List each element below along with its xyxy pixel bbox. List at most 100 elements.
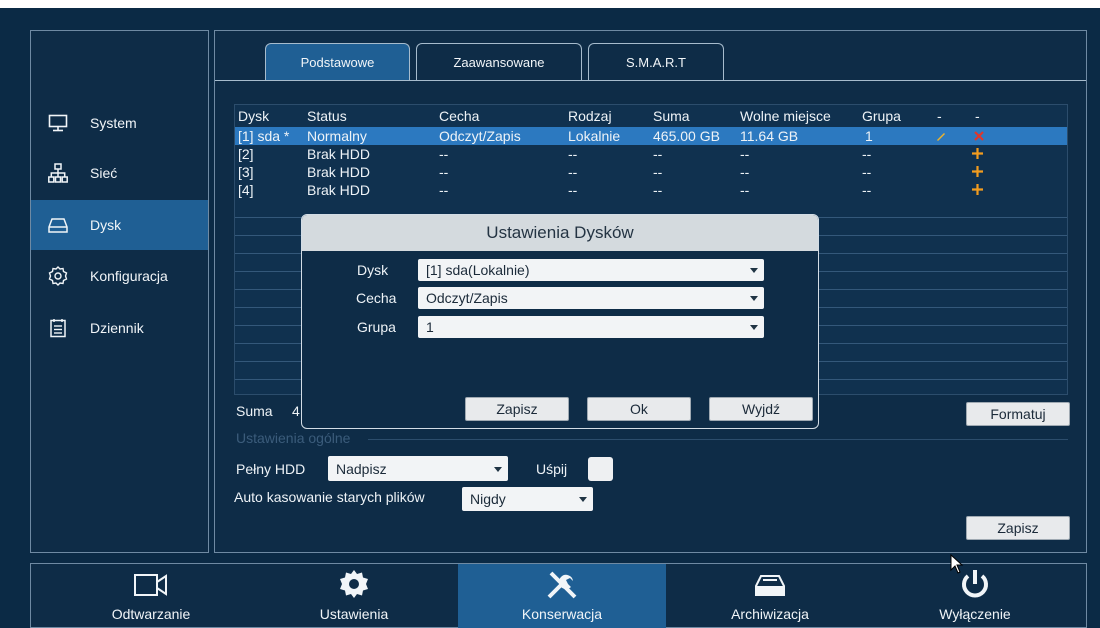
table-header: Dysk Status Cecha Rodzaj Suma Wolne miej… [235, 105, 1067, 127]
cell-group: -- [862, 182, 872, 198]
chevron-down-icon [579, 497, 587, 502]
auto-delete-value: Nigdy [470, 491, 506, 507]
cell-free: -- [740, 164, 750, 180]
table-row[interactable]: [2] Brak HDD -- -- -- -- -- [235, 145, 1067, 163]
nav-maintenance[interactable]: Konserwacja [458, 564, 666, 628]
cell-total: -- [653, 146, 663, 162]
table-row[interactable]: [4] Brak HDD -- -- -- -- -- [235, 181, 1067, 199]
cell-status: Brak HDD [307, 146, 371, 162]
dialog-ok-button[interactable]: Ok [587, 397, 691, 421]
add-icon[interactable] [971, 147, 984, 163]
cell-feature: -- [439, 182, 449, 198]
column-header: - [975, 108, 980, 124]
cell-group: -- [862, 164, 872, 180]
nav-shutdown[interactable]: Wyłączenie [871, 564, 1079, 628]
full-hdd-label: Pełny HDD [236, 461, 306, 477]
sleep-checkbox[interactable] [588, 457, 613, 481]
sidebar-item-label: Dysk [90, 217, 122, 233]
tab-smart[interactable]: S.M.A.R.T [588, 43, 724, 80]
nav-label: Odtwarzanie [111, 606, 191, 622]
cell-free: -- [740, 146, 750, 162]
sidebar-item-configuration[interactable]: Konfiguracja [31, 251, 208, 301]
table-row[interactable]: [3] Brak HDD -- -- -- -- -- [235, 163, 1067, 181]
column-header: Status [307, 108, 347, 124]
bottom-nav: Odtwarzanie Ustawienia Konserwacja Archi… [30, 563, 1087, 628]
dialog-title: Ustawienia Dysków [302, 215, 818, 251]
sidebar-item-label: System [90, 115, 137, 131]
network-icon [48, 163, 68, 183]
cell-total: -- [653, 164, 663, 180]
column-header: Cecha [439, 108, 480, 124]
cell-type: -- [568, 182, 578, 198]
full-hdd-select[interactable]: Nadpisz [328, 456, 508, 481]
sidebar-item-disk[interactable]: Dysk [31, 200, 208, 250]
sidebar-item-label: Sieć [90, 165, 118, 181]
sidebar-item-log[interactable]: Dziennik [31, 303, 208, 353]
column-header: Suma [653, 108, 690, 124]
edit-icon[interactable] [935, 129, 947, 145]
tab-label: Zaawansowane [453, 54, 545, 70]
column-header: Wolne miejsce [740, 108, 831, 124]
chevron-down-icon [494, 466, 502, 472]
cell-feature: -- [439, 146, 449, 162]
tools-icon [544, 564, 580, 606]
auto-delete-label: Auto kasowanie starych plików [234, 489, 425, 505]
table-row[interactable]: [1] sda * Normalny Odczyt/Zapis Lokalnie… [235, 127, 1067, 145]
dialog-feature-select[interactable]: Odczyt/Zapis [418, 287, 764, 309]
cell-status: Brak HDD [307, 182, 371, 198]
sidebar-item-system[interactable]: System [31, 98, 208, 148]
sidebar-item-label: Dziennik [90, 320, 144, 336]
cell-group: 1 [865, 128, 873, 144]
cell-total: 465.00 GB [653, 128, 720, 144]
sidebar-item-network[interactable]: Sieć [31, 148, 208, 198]
column-header: Grupa [862, 108, 901, 124]
nav-label: Archiwizacja [731, 606, 809, 622]
chevron-down-icon [750, 296, 758, 301]
dialog-feature-value: Odczyt/Zapis [426, 290, 508, 306]
cell-type: -- [568, 146, 578, 162]
summary-value: 4 [292, 403, 300, 419]
cell-type: -- [568, 164, 578, 180]
dialog-group-value: 1 [426, 319, 434, 335]
dialog-save-button[interactable]: Zapisz [465, 397, 569, 421]
monitor-icon [48, 113, 68, 133]
cell-free: 11.64 GB [740, 128, 799, 144]
nav-playback[interactable]: Odtwarzanie [47, 564, 255, 628]
full-hdd-value: Nadpisz [336, 460, 387, 477]
cell-total: -- [653, 182, 663, 198]
gear-outline-icon [48, 266, 68, 286]
summary-label: Suma [236, 403, 273, 419]
section-divider [368, 439, 1068, 440]
dialog-group-select[interactable]: 1 [418, 316, 764, 338]
column-header: Dysk [238, 108, 270, 124]
delete-icon[interactable] [973, 129, 985, 145]
tab-label: S.M.A.R.T [626, 54, 686, 70]
tab-advanced[interactable]: Zaawansowane [416, 43, 582, 80]
cell-status: Brak HDD [307, 164, 371, 180]
chevron-down-icon [750, 268, 758, 273]
save-button[interactable]: Zapisz [966, 516, 1070, 540]
sleep-label: Uśpij [536, 461, 568, 477]
cell-type: Lokalnie [568, 128, 621, 144]
nav-label: Konserwacja [521, 606, 603, 622]
add-icon[interactable] [971, 165, 984, 181]
auto-delete-select[interactable]: Nigdy [462, 487, 593, 511]
add-icon[interactable] [971, 183, 984, 199]
nav-archive[interactable]: Archiwizacja [666, 564, 874, 628]
dialog-feature-label: Cecha [356, 290, 397, 306]
chevron-down-icon [750, 325, 758, 330]
dialog-exit-button[interactable]: Wyjdź [709, 397, 813, 421]
dialog-disk-label: Dysk [357, 262, 389, 278]
tab-label: Podstawowe [300, 54, 375, 70]
tab-basic[interactable]: Podstawowe [265, 43, 410, 80]
column-header: Rodzaj [568, 108, 612, 124]
nav-label: Ustawienia [319, 606, 389, 622]
cell-group: -- [862, 146, 872, 162]
cell-disk: [1] sda * [238, 128, 290, 144]
dialog-disk-select[interactable]: [1] sda(Lokalnie) [418, 259, 764, 281]
nav-settings[interactable]: Ustawienia [250, 564, 458, 628]
gear-icon [337, 564, 371, 606]
cell-disk: [3] [238, 164, 254, 180]
cell-feature: Odczyt/Zapis [439, 128, 521, 144]
format-button[interactable]: Formatuj [966, 402, 1070, 426]
